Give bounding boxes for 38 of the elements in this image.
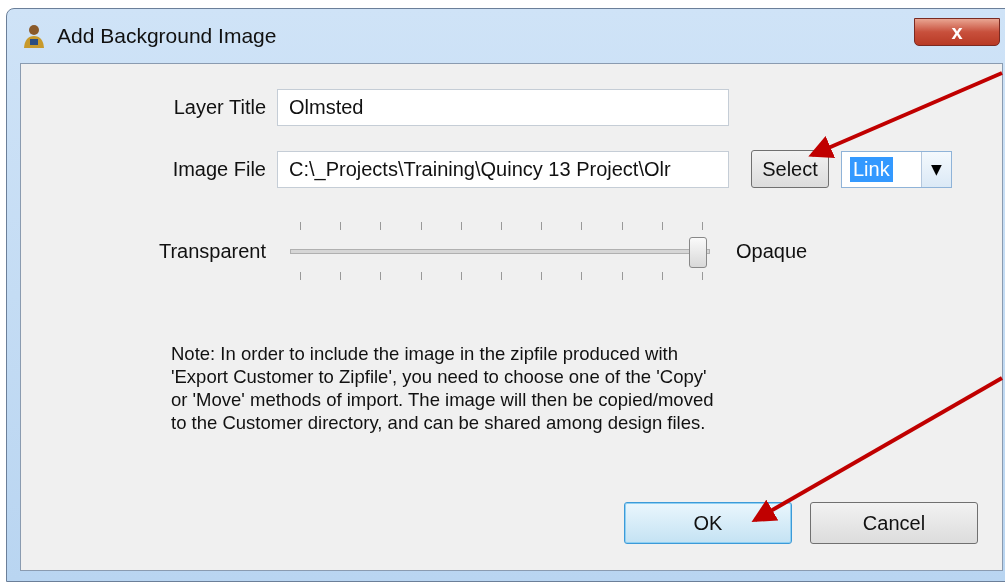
slider-label: Opaque xyxy=(736,239,808,263)
select-button[interactable]: Select xyxy=(751,150,829,188)
tick-mark xyxy=(581,222,583,230)
input-field[interactable]: Olmsted xyxy=(277,88,729,126)
tick-mark xyxy=(541,222,543,230)
tick-mark xyxy=(541,272,543,280)
person-icon xyxy=(21,23,47,49)
tick-mark xyxy=(300,272,301,280)
tick-mark xyxy=(621,272,623,280)
tick-mark xyxy=(702,272,703,280)
tick-mark xyxy=(340,272,342,280)
slider-thumb[interactable] xyxy=(688,237,707,268)
dropdown-button[interactable]: ▼ xyxy=(921,151,951,187)
field-label: Layer Title xyxy=(172,95,267,119)
ok-button[interactable]: OK xyxy=(624,502,792,544)
close-button[interactable]: x xyxy=(914,18,1000,46)
tick-mark xyxy=(460,272,462,280)
tick-mark xyxy=(300,222,301,230)
window-title: Add Background Image xyxy=(57,24,277,48)
input-field[interactable]: C:\_Projects\Training\Quincy 13 Project\Olr xyxy=(277,150,729,188)
tick-mark xyxy=(621,222,623,230)
slider-label: Transparent xyxy=(157,239,267,263)
tick-mark xyxy=(420,272,422,280)
mode-dropdown[interactable]: Link ▼ xyxy=(841,150,952,188)
cancel-button[interactable]: Cancel xyxy=(810,502,978,544)
note-text: Note: In order to include the image in the zipfile produced with 'Export Customer to Zipfile', you need to choose one of the 'Copy' or 'Move' methods of import. The image will then be copied/moved to the Customer directory, and can be shared among design files. xyxy=(171,342,715,434)
tick-mark xyxy=(501,222,502,230)
tick-mark xyxy=(340,222,342,230)
tick-mark xyxy=(420,222,422,230)
tick-mark xyxy=(661,272,663,280)
tick-mark xyxy=(380,272,382,280)
tick-mark xyxy=(702,222,703,230)
tick-mark xyxy=(581,272,583,280)
field-label: Image File xyxy=(171,157,267,181)
tick-mark xyxy=(501,272,502,280)
tick-mark xyxy=(380,222,382,230)
tick-mark xyxy=(460,222,462,230)
tick-mark xyxy=(661,222,663,230)
